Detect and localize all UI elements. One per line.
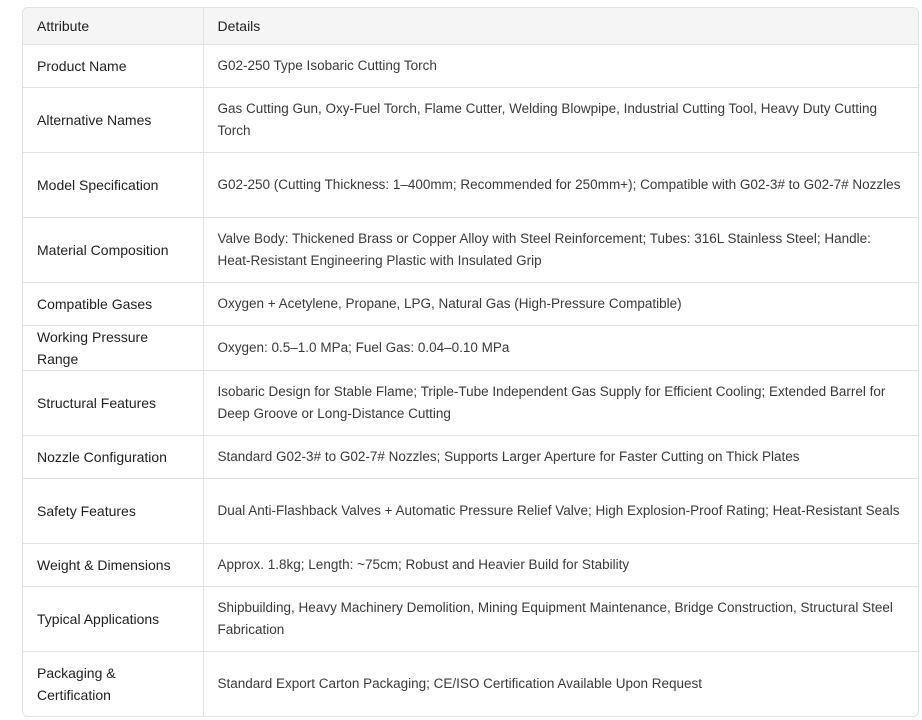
table-body: Product Name G02-250 Type Isobaric Cutti… [23, 44, 918, 716]
row-details: G02-250 (Cutting Thickness: 1–400mm; Rec… [202, 152, 918, 218]
table-row: Working Pressure Range Oxygen: 0.5–1.0 M… [23, 325, 918, 371]
header-attribute: Attribute [23, 8, 203, 45]
table-row: Alternative Names Gas Cutting Gun, Oxy-F… [23, 87, 918, 153]
row-attribute: Working Pressure Range [23, 325, 203, 371]
row-attribute: Model Specification [23, 152, 203, 218]
table-row: Model Specification G02-250 (Cutting Thi… [23, 152, 918, 218]
row-attribute: Safety Features [23, 478, 203, 544]
row-details: Standard Export Carton Packaging; CE/ISO… [202, 651, 918, 716]
table-row: Material Composition Valve Body: Thicken… [23, 217, 918, 283]
row-details: Dual Anti-Flashback Valves + Automatic P… [202, 478, 918, 544]
header-details: Details [202, 8, 918, 45]
table-row: Packaging & Certification Standard Expor… [23, 651, 918, 716]
row-details: Standard G02-3# to G02-7# Nozzles; Suppo… [202, 435, 918, 479]
row-attribute: Packaging & Certification [37, 665, 116, 703]
spec-table: Attribute Details Product Name G02-250 T… [23, 8, 918, 716]
row-details: Approx. 1.8kg; Length: ~75cm; Robust and… [202, 543, 918, 587]
table-row: Structural Features Isobaric Design for … [23, 370, 918, 436]
table-row: Safety Features Dual Anti-Flashback Valv… [23, 478, 918, 544]
row-attribute: Typical Applications [23, 586, 203, 652]
row-details: Oxygen + Acetylene, Propane, LPG, Natura… [202, 282, 918, 326]
table-header: Attribute Details [23, 8, 918, 45]
row-attribute: Alternative Names [23, 87, 203, 153]
spec-table-container: Attribute Details Product Name G02-250 T… [22, 7, 919, 717]
row-attribute: Material Composition [23, 217, 203, 283]
row-attribute: Compatible Gases [23, 282, 203, 326]
table-row: Nozzle Configuration Standard G02-3# to … [23, 435, 918, 479]
table-row: Product Name G02-250 Type Isobaric Cutti… [23, 44, 918, 88]
row-details: Gas Cutting Gun, Oxy-Fuel Torch, Flame C… [202, 87, 918, 153]
table-row: Compatible Gases Oxygen + Acetylene, Pro… [23, 282, 918, 326]
row-attribute: Weight & Dimensions [23, 543, 203, 587]
row-details: G02-250 Type Isobaric Cutting Torch [202, 44, 918, 88]
row-details: Isobaric Design for Stable Flame; Triple… [202, 370, 918, 436]
table-row: Weight & Dimensions Approx. 1.8kg; Lengt… [23, 543, 918, 587]
row-attribute: Nozzle Configuration [23, 435, 203, 479]
table-row: Typical Applications Shipbuilding, Heavy… [23, 586, 918, 652]
row-attribute: Structural Features [23, 370, 203, 436]
row-details: Oxygen: 0.5–1.0 MPa; Fuel Gas: 0.04–0.10… [202, 325, 918, 371]
row-details: Valve Body: Thickened Brass or Copper Al… [202, 217, 918, 283]
row-details: Shipbuilding, Heavy Machinery Demolition… [202, 586, 918, 652]
header-row: Attribute Details [23, 8, 918, 45]
row-attribute: Product Name [23, 44, 203, 88]
